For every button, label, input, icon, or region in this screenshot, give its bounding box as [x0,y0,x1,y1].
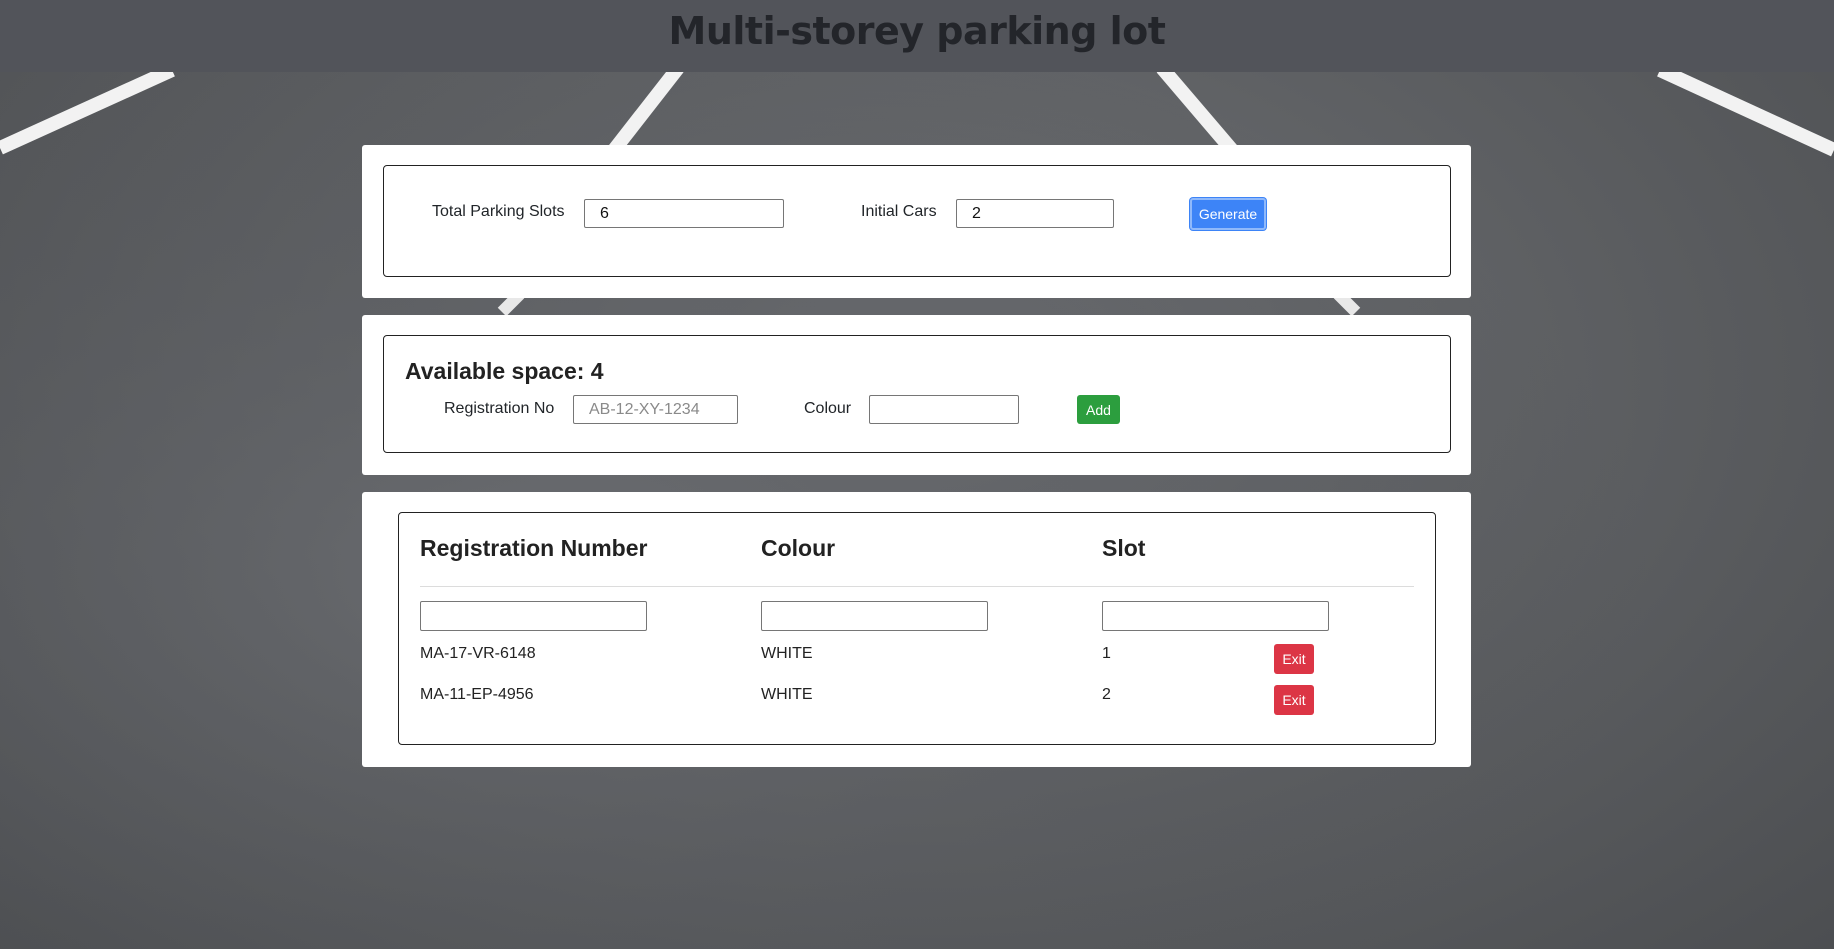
total-slots-label: Total Parking Slots [432,203,565,220]
total-slots-input[interactable] [584,199,784,228]
row-slot: 1 [1102,645,1111,662]
filter-registration-input[interactable] [420,601,647,631]
add-button[interactable]: Add [1077,395,1120,424]
header-divider [420,586,1414,587]
column-header-colour: Colour [761,535,836,561]
row-colour: WHITE [761,686,813,703]
setup-panel: Total Parking Slots Initial Cars Generat… [383,165,1451,277]
cars-table-panel: Registration Number Colour Slot MA-17-VR… [398,512,1436,745]
column-header-slot: Slot [1102,535,1146,561]
filter-slot-input[interactable] [1102,601,1329,631]
row-registration: MA-11-EP-4956 [420,686,534,703]
initial-cars-label: Initial Cars [861,203,937,220]
cars-table-card: Registration Number Colour Slot MA-17-VR… [362,492,1471,767]
add-car-panel: Available space: 4 Registration No Colou… [383,335,1451,453]
colour-label: Colour [804,400,852,417]
generate-button[interactable]: Generate [1190,198,1266,230]
colour-input[interactable] [869,395,1019,424]
row-slot: 2 [1102,686,1111,703]
add-car-card: Available space: 4 Registration No Colou… [362,315,1471,475]
app-header: Multi-storey parking lot [0,0,1834,72]
row-colour: WHITE [761,645,813,662]
registration-label: Registration No [444,400,555,417]
row-registration: MA-17-VR-6148 [420,645,536,662]
page-title: Multi-storey parking lot [668,9,1166,53]
registration-input[interactable] [573,395,738,424]
setup-card: Total Parking Slots Initial Cars Generat… [362,145,1471,298]
available-space-heading: Available space: 4 [405,358,604,384]
exit-button[interactable]: Exit [1274,685,1314,715]
column-header-registration: Registration Number [420,535,648,561]
filter-colour-input[interactable] [761,601,988,631]
exit-button[interactable]: Exit [1274,644,1314,674]
initial-cars-input[interactable] [956,199,1114,228]
